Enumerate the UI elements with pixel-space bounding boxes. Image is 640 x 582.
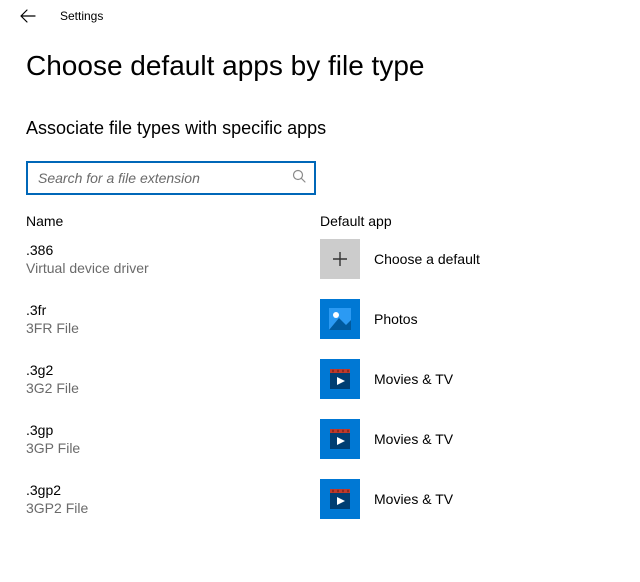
default-app-label: Photos <box>374 311 418 327</box>
file-description: 3GP2 File <box>26 499 320 517</box>
photos-icon <box>320 299 360 339</box>
header-name: Name <box>26 213 320 229</box>
file-type-row: .3gp2 3GP2 File Movies & TV <box>26 479 640 519</box>
file-extension: .3g2 <box>26 361 320 379</box>
file-type-row: .3gp 3GP File Movies & TV <box>26 419 640 459</box>
file-type-row: .3fr 3FR File Photos <box>26 299 640 339</box>
default-app-label: Movies & TV <box>374 491 453 507</box>
file-description: Virtual device driver <box>26 259 320 277</box>
default-app-label: Choose a default <box>374 251 480 267</box>
file-extension: .3fr <box>26 301 320 319</box>
default-app-button[interactable]: Movies & TV <box>320 419 453 459</box>
file-type-cell: .3gp 3GP File <box>26 421 320 457</box>
default-app-button[interactable]: Photos <box>320 299 418 339</box>
header-default-app: Default app <box>320 213 640 229</box>
window-title: Settings <box>60 9 103 23</box>
search-input[interactable] <box>36 163 292 193</box>
file-type-cell: .386 Virtual device driver <box>26 241 320 277</box>
file-extension: .386 <box>26 241 320 259</box>
file-type-cell: .3g2 3G2 File <box>26 361 320 397</box>
default-app-button[interactable]: Choose a default <box>320 239 480 279</box>
movies-tv-icon <box>320 359 360 399</box>
titlebar: Settings <box>0 0 640 26</box>
file-type-cell: .3fr 3FR File <box>26 301 320 337</box>
arrow-left-icon <box>20 8 36 24</box>
column-headers: Name Default app <box>26 213 640 229</box>
plus-icon <box>320 239 360 279</box>
file-type-row: .3g2 3G2 File Movies & TV <box>26 359 640 399</box>
file-extension: .3gp2 <box>26 481 320 499</box>
page-subtitle: Associate file types with specific apps <box>26 118 640 139</box>
file-description: 3FR File <box>26 319 320 337</box>
page-title: Choose default apps by file type <box>26 50 640 82</box>
default-app-label: Movies & TV <box>374 371 453 387</box>
default-app-button[interactable]: Movies & TV <box>320 479 453 519</box>
movies-tv-icon <box>320 419 360 459</box>
movies-tv-icon <box>320 479 360 519</box>
file-type-list: .386 Virtual device driver Choose a defa… <box>26 239 640 519</box>
search-icon <box>292 169 306 188</box>
back-button[interactable] <box>18 6 38 26</box>
default-app-button[interactable]: Movies & TV <box>320 359 453 399</box>
file-type-cell: .3gp2 3GP2 File <box>26 481 320 517</box>
file-type-row: .386 Virtual device driver Choose a defa… <box>26 239 640 279</box>
file-extension: .3gp <box>26 421 320 439</box>
default-app-label: Movies & TV <box>374 431 453 447</box>
file-description: 3G2 File <box>26 379 320 397</box>
search-box[interactable] <box>26 161 316 195</box>
file-description: 3GP File <box>26 439 320 457</box>
content-area: Choose default apps by file type Associa… <box>0 50 640 519</box>
